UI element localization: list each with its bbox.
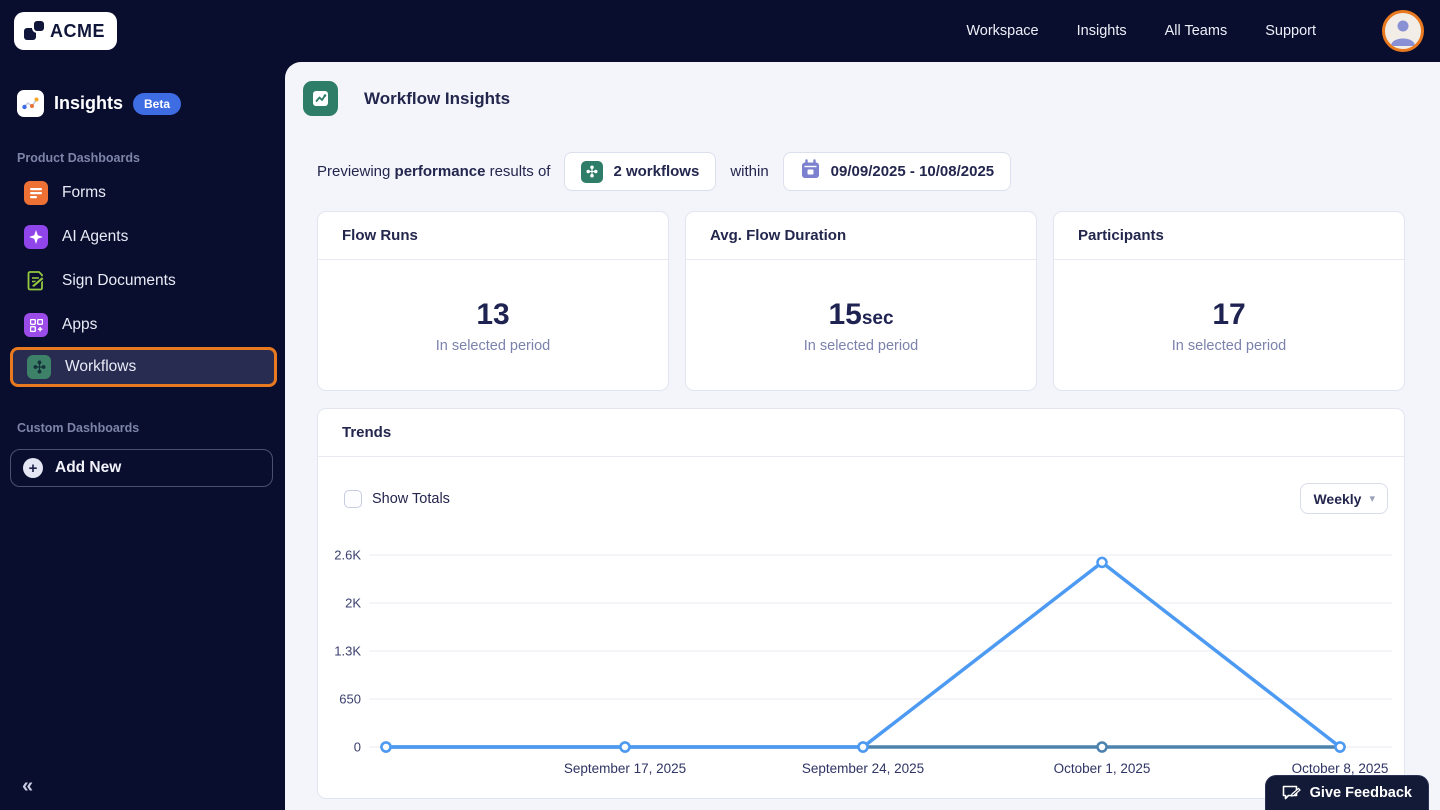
- section-custom-dashboards: Custom Dashboards: [17, 421, 140, 435]
- stat-value: 13: [476, 297, 510, 331]
- sidebar-item-label: Workflows: [65, 358, 137, 375]
- stat-caption: In selected period: [435, 337, 551, 354]
- acme-logo-icon: [24, 21, 44, 41]
- page-header: Workflow Insights: [285, 62, 1440, 116]
- nav-insights[interactable]: Insights: [1077, 23, 1127, 39]
- beta-badge: Beta: [133, 92, 182, 115]
- workflows-chip-label: 2 workflows: [613, 163, 700, 180]
- stats-row: Flow Runs 13 In selected period Avg. Flo…: [285, 191, 1440, 391]
- show-totals-label: Show Totals: [372, 490, 450, 507]
- stat-unit: sec: [861, 307, 894, 329]
- show-totals-toggle[interactable]: Show Totals: [344, 489, 450, 508]
- sidebar-item-workflows[interactable]: Workflows: [10, 347, 277, 387]
- sign-documents-icon: [24, 269, 48, 293]
- show-totals-checkbox[interactable]: [344, 489, 362, 508]
- workflow-insights-icon: [303, 81, 338, 116]
- main-panel: Workflow Insights Previewing performance…: [285, 62, 1440, 810]
- chevron-down-icon: ▾: [1369, 493, 1375, 505]
- sidebar-item-label: AI Agents: [62, 228, 129, 245]
- forms-icon: [24, 181, 48, 205]
- stat-card-title: Avg. Flow Duration: [686, 212, 1036, 260]
- sidebar-item-ai-agents[interactable]: AI Agents: [0, 215, 285, 259]
- sidebar-item-forms[interactable]: Forms: [0, 171, 285, 215]
- sidebar-item-label: Sign Documents: [62, 272, 176, 289]
- nav-all-teams[interactable]: All Teams: [1165, 23, 1228, 39]
- stat-value: 17: [1212, 297, 1246, 331]
- feedback-icon: [1282, 785, 1301, 799]
- sidebar-item-apps[interactable]: Apps: [0, 303, 285, 347]
- stat-card-title: Participants: [1054, 212, 1404, 260]
- add-new-label: Add New: [55, 459, 122, 476]
- calendar-icon: [800, 159, 821, 184]
- svg-text:October 8, 2025: October 8, 2025: [1292, 761, 1389, 776]
- svg-text:0: 0: [354, 740, 361, 755]
- insights-app-icon: [17, 90, 44, 117]
- stat-card-title: Flow Runs: [318, 212, 668, 260]
- nav-support[interactable]: Support: [1265, 23, 1316, 39]
- svg-text:650: 650: [339, 692, 361, 707]
- sidebar-item-label: Apps: [62, 316, 98, 333]
- topbar: ACME Workspace Insights All Teams Suppor…: [0, 0, 1440, 62]
- workflow-chip-icon: [581, 160, 604, 183]
- page-title: Workflow Insights: [364, 88, 511, 108]
- give-feedback-label: Give Feedback: [1309, 785, 1412, 801]
- svg-text:2K: 2K: [345, 596, 361, 611]
- stat-value: 15: [828, 297, 862, 331]
- give-feedback-button[interactable]: Give Feedback: [1265, 776, 1428, 810]
- preview-row: Previewing performance results of 2 work…: [285, 116, 1440, 191]
- stat-card-participants: Participants 17 In selected period: [1053, 211, 1405, 391]
- preview-text: Previewing performance results of: [317, 163, 551, 180]
- stat-card-avg-flow-duration: Avg. Flow Duration 15sec In selected per…: [685, 211, 1037, 391]
- svg-text:October 1, 2025: October 1, 2025: [1054, 761, 1151, 776]
- trends-card: Trends Show Totals Weekly ▾ 0 650 1.3K 2K 2.…: [317, 408, 1405, 799]
- plus-icon: +: [23, 458, 43, 478]
- date-range-chip[interactable]: 09/09/2025 - 10/08/2025: [782, 152, 1012, 191]
- collapse-sidebar-button[interactable]: «: [22, 775, 33, 798]
- workflows-selector-chip[interactable]: 2 workflows: [564, 152, 717, 191]
- workflows-icon: [27, 355, 51, 379]
- trends-chart[interactable]: 0 650 1.3K 2K 2.6K September 17, 2025 Septembe…: [318, 542, 1405, 792]
- ai-agents-icon: [24, 225, 48, 249]
- acme-logo[interactable]: ACME: [14, 12, 117, 50]
- section-product-dashboards: Product Dashboards: [17, 151, 140, 165]
- interval-dropdown[interactable]: Weekly ▾: [1300, 483, 1388, 514]
- sidebar-item-sign-documents[interactable]: Sign Documents: [0, 259, 285, 303]
- svg-text:1.3K: 1.3K: [334, 644, 361, 659]
- interval-value: Weekly: [1313, 490, 1362, 507]
- sidebar-header: Insights Beta: [0, 62, 285, 117]
- person-icon: [1391, 20, 1415, 46]
- date-range-label: 09/09/2025 - 10/08/2025: [830, 163, 995, 180]
- stat-card-flow-runs: Flow Runs 13 In selected period: [317, 211, 669, 391]
- top-navigation: Workspace Insights All Teams Support: [966, 10, 1424, 52]
- add-new-button[interactable]: + Add New: [10, 449, 273, 487]
- avatar[interactable]: [1382, 10, 1424, 52]
- svg-text:September 17, 2025: September 17, 2025: [564, 761, 686, 776]
- acme-logo-text: ACME: [50, 20, 105, 41]
- apps-icon: [24, 313, 48, 337]
- stat-caption: In selected period: [1171, 337, 1287, 354]
- sidebar-item-label: Forms: [62, 184, 106, 201]
- trends-title: Trends: [318, 409, 1404, 457]
- sidebar-title: Insights: [54, 93, 124, 113]
- svg-text:September 24, 2025: September 24, 2025: [802, 761, 924, 776]
- sidebar: Insights Beta Product Dashboards Forms A…: [0, 62, 285, 810]
- nav-workspace[interactable]: Workspace: [966, 23, 1038, 39]
- stat-caption: In selected period: [803, 337, 919, 354]
- within-label: within: [730, 163, 769, 180]
- svg-text:2.6K: 2.6K: [334, 548, 361, 563]
